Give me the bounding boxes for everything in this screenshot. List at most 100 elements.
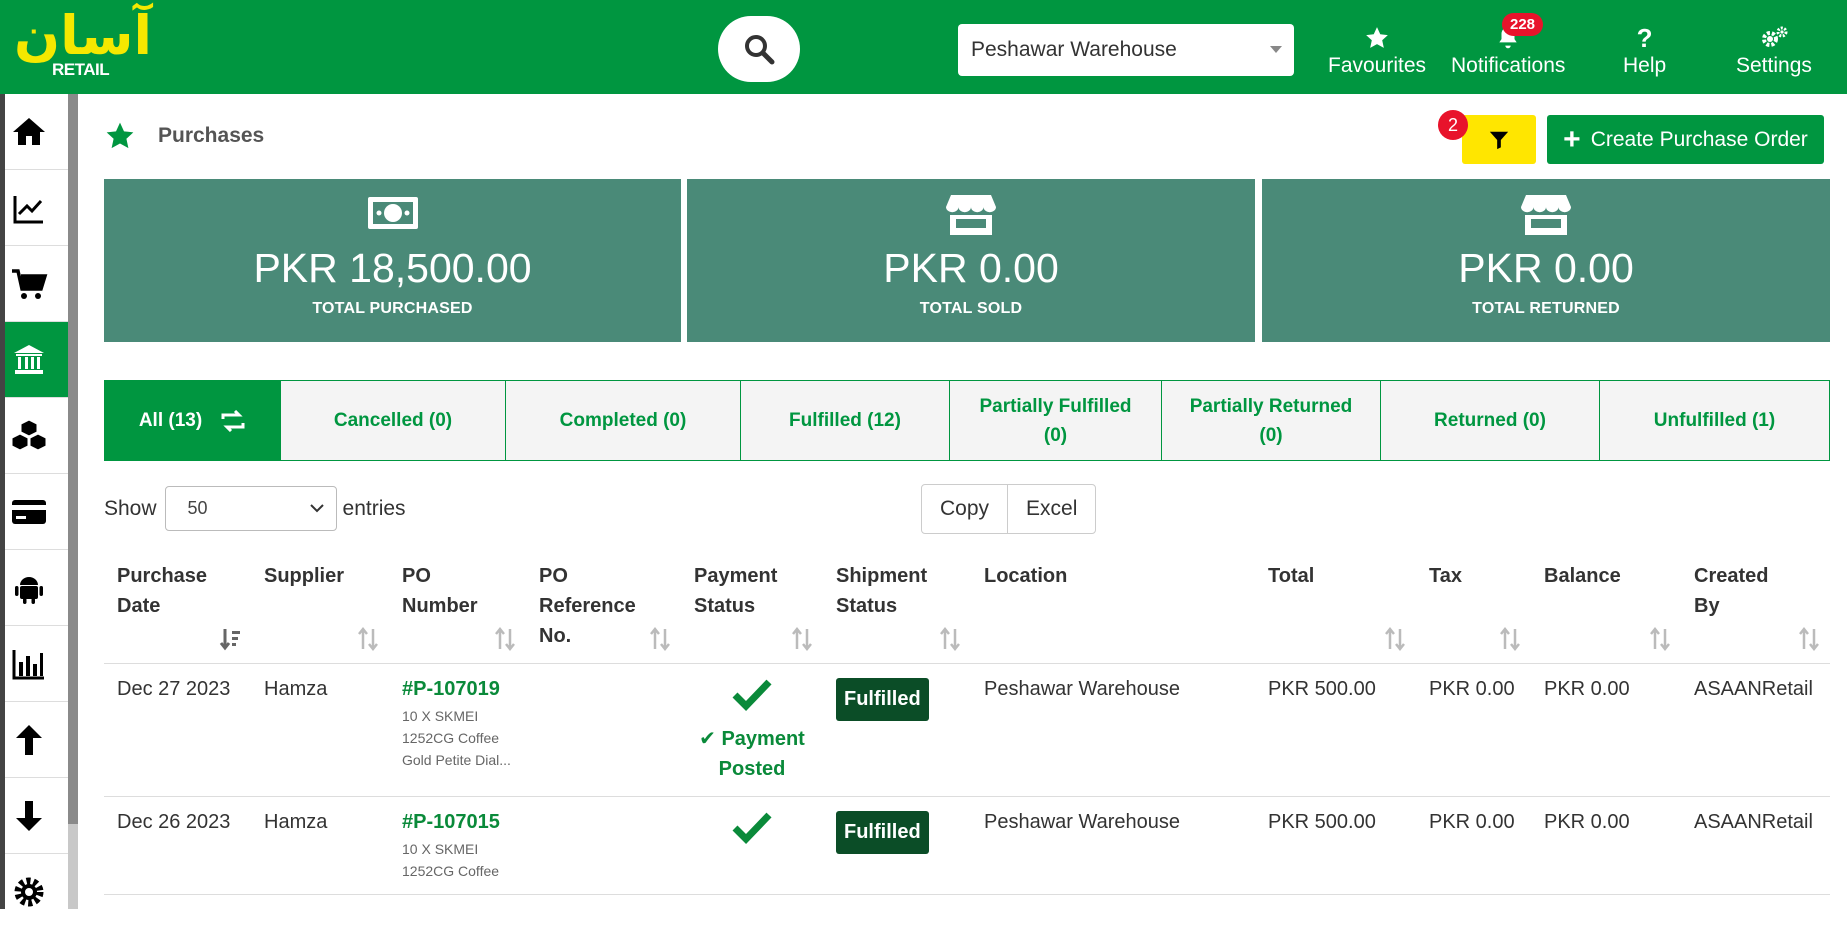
payment-posted-line: Posted	[718, 757, 786, 780]
col-po-reference-label-2: Reference	[539, 595, 636, 617]
col-total[interactable]: Total	[1255, 551, 1416, 664]
col-shipment-status[interactable]: Shipment Status	[823, 551, 971, 664]
sort-desc-icon[interactable]	[219, 627, 241, 651]
tab-fulfilled-label: Fulfilled (12)	[789, 410, 901, 431]
home-icon	[13, 117, 45, 145]
bar-chart-icon	[12, 649, 44, 679]
tab-completed[interactable]: Completed (0)	[506, 381, 741, 460]
sort-icon[interactable]	[1499, 626, 1521, 651]
export-buttons: Copy Excel	[921, 484, 1097, 534]
col-po-reference-label-1: PO	[539, 565, 568, 587]
cell-balance: PKR 0.00	[1531, 663, 1681, 797]
po-number-link[interactable]: #P-107015	[402, 811, 500, 833]
nav-settings[interactable]: Settings	[1736, 22, 1812, 86]
arrow-up-icon	[16, 724, 42, 755]
excel-button[interactable]: Excel	[1008, 485, 1095, 533]
col-supplier[interactable]: Supplier	[251, 551, 389, 664]
tab-unfulfilled-label: Unfulfilled (1)	[1653, 410, 1776, 431]
sidebar-item-sales[interactable]	[5, 246, 68, 322]
sidebar-scrollbar-thumb[interactable]	[68, 94, 78, 824]
sidebar-item-apps[interactable]	[5, 550, 68, 626]
purchases-table: Purchase Date Supplier PO Number PO Refe…	[104, 551, 1830, 895]
stat-label: TOTAL RETURNED	[1472, 300, 1620, 317]
entries-select[interactable]: 50	[164, 486, 337, 531]
nav-help[interactable]: ? Help	[1623, 22, 1666, 86]
tab-partially-returned[interactable]: Partially Returned (0)	[1162, 381, 1381, 460]
col-po-number-label-2: Number	[402, 595, 478, 617]
sidebar-item-dashboard[interactable]	[5, 170, 68, 246]
nav-favourites-label: Favourites	[1328, 54, 1427, 77]
tab-cancelled-label: Cancelled (0)	[333, 410, 453, 431]
warehouse-select-value: Peshawar Warehouse	[971, 38, 1177, 61]
po-desc-line: 10 X SKMEI	[402, 840, 479, 857]
page-title: Purchases	[158, 124, 265, 147]
cell-total: PKR 500.00	[1255, 663, 1416, 797]
stat-card-total-sold: PKR 0.00 TOTAL SOLD	[687, 179, 1255, 342]
star-icon[interactable]	[104, 120, 136, 152]
sort-icon[interactable]	[1798, 626, 1820, 651]
filter-button[interactable]	[1462, 115, 1536, 164]
sidebar-item-inventory[interactable]	[5, 398, 68, 474]
sidebar-item-reports[interactable]	[5, 626, 68, 702]
tab-returned[interactable]: Returned (0)	[1381, 381, 1600, 460]
col-po-reference[interactable]: PO Reference No.	[526, 551, 681, 664]
sidebar	[0, 94, 82, 909]
warehouse-select[interactable]: Peshawar Warehouse	[958, 24, 1294, 76]
col-location[interactable]: Location	[971, 551, 1255, 664]
sort-icon[interactable]	[939, 626, 961, 651]
sort-icon[interactable]	[357, 626, 379, 651]
sidebar-item-upload[interactable]	[5, 702, 68, 778]
col-tax[interactable]: Tax	[1416, 551, 1531, 664]
sort-icon[interactable]	[494, 626, 516, 651]
cell-shipment-status: Fulfilled	[823, 796, 971, 895]
po-description: 10 X SKMEI 1252CG Coffee Gold Petite Dia…	[402, 705, 526, 771]
tab-fulfilled[interactable]: Fulfilled (12)	[741, 381, 950, 460]
table-row[interactable]: Dec 27 2023 Hamza #P-107019 10 X SKMEI 1…	[104, 663, 1830, 797]
shipment-status-badge: Fulfilled	[836, 810, 929, 854]
tab-all[interactable]: All (13)	[105, 381, 281, 460]
cell-supplier: Hamza	[251, 663, 389, 797]
col-purchase-date[interactable]: Purchase Date	[104, 551, 251, 664]
col-created-by[interactable]: Created By	[1681, 551, 1830, 664]
sidebar-item-download[interactable]	[5, 778, 68, 854]
sidebar-item-home[interactable]	[5, 94, 68, 170]
col-po-number[interactable]: PO Number	[389, 551, 526, 664]
stat-amount: PKR 18,500.00	[253, 245, 532, 291]
sort-icon[interactable]	[1384, 626, 1406, 651]
po-number-link[interactable]: #P-107019	[402, 678, 500, 700]
col-supplier-label: Supplier	[264, 565, 345, 587]
table-row[interactable]: Dec 26 2023 Hamza #P-107015 10 X SKMEI 1…	[104, 796, 1830, 895]
entries-select-value: 50	[187, 498, 208, 518]
nav-favourites[interactable]: Favourites	[1328, 22, 1426, 86]
question-icon: ?	[1636, 22, 1653, 53]
po-desc-line: 1252CG Coffee	[402, 862, 500, 879]
refresh-icon[interactable]	[220, 409, 246, 432]
sort-icon[interactable]	[1649, 626, 1671, 651]
filter-icon	[1489, 131, 1509, 149]
copy-button[interactable]: Copy	[922, 485, 1009, 533]
sort-icon[interactable]	[649, 626, 671, 651]
cell-created-by: ASAANRetail	[1681, 796, 1830, 895]
tab-partially-fulfilled[interactable]: Partially Fulfilled (0)	[950, 381, 1162, 460]
tab-unfulfilled[interactable]: Unfulfilled (1)	[1600, 381, 1829, 460]
stat-card-total-purchased: PKR 18,500.00 TOTAL PURCHASED	[104, 179, 681, 342]
col-created-by-label-2: By	[1694, 595, 1720, 617]
tab-partially-fulfilled-label: Partially Fulfilled	[979, 395, 1132, 417]
sidebar-item-purchases[interactable]	[5, 322, 68, 398]
cell-tax: PKR 0.00	[1416, 663, 1531, 797]
create-purchase-order-button[interactable]: + Create Purchase Order	[1547, 115, 1824, 164]
sort-icon[interactable]	[791, 626, 813, 651]
boxes-icon	[11, 418, 47, 451]
col-balance[interactable]: Balance	[1531, 551, 1681, 664]
app-logo[interactable]: آسان RETAIL	[14, 4, 154, 80]
search-button[interactable]	[718, 16, 800, 82]
arrow-down-icon	[16, 800, 42, 831]
col-location-label: Location	[984, 565, 1068, 587]
sidebar-item-settings[interactable]	[5, 854, 68, 930]
payment-posted-line: ✔ Payment	[699, 727, 805, 750]
tab-cancelled[interactable]: Cancelled (0)	[281, 381, 506, 460]
col-payment-status[interactable]: Payment Status	[681, 551, 823, 664]
gear-icon	[14, 877, 44, 907]
stat-amount: PKR 0.00	[1458, 245, 1634, 291]
sidebar-item-payments[interactable]	[5, 474, 68, 550]
